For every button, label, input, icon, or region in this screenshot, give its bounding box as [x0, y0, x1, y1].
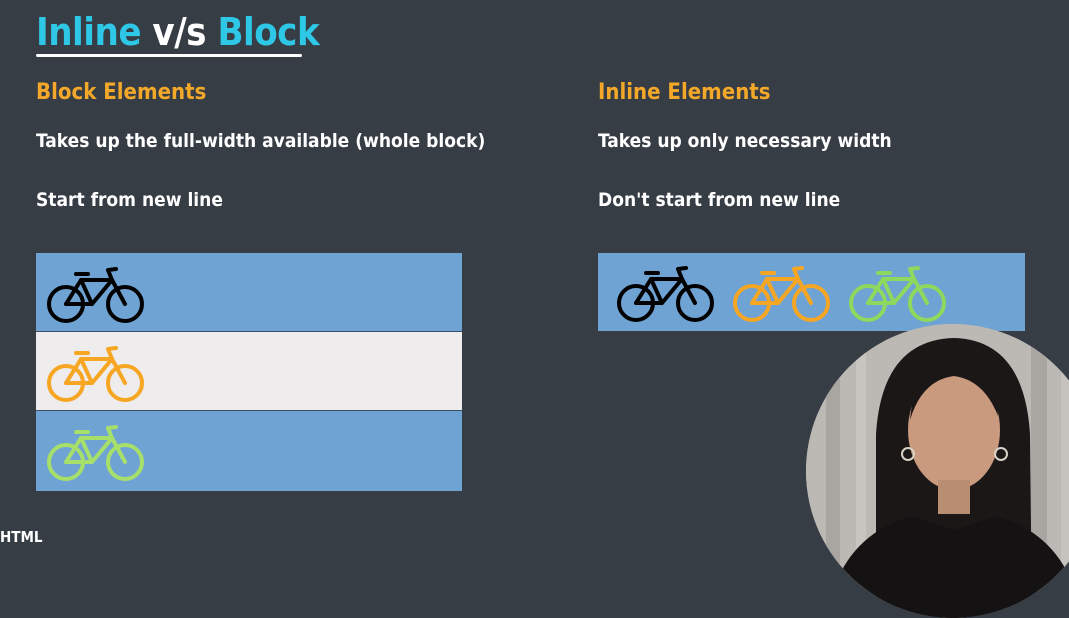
cut-off-footer-text: HTML: [0, 528, 43, 546]
bicycle-icon: [47, 346, 144, 402]
block-row-1: [36, 253, 462, 332]
inline-illustration: [598, 253, 1025, 331]
title-vs-word: v/s: [141, 10, 218, 54]
slide-title: Inline v/s Block: [36, 8, 320, 56]
block-row-3: [36, 411, 462, 491]
title-underline: [36, 54, 302, 57]
bicycle-icon: [849, 266, 946, 322]
presenter-image: [806, 324, 1069, 618]
block-elements-heading: Block Elements: [36, 80, 207, 105]
block-illustration: [36, 253, 462, 491]
presenter-video: [806, 324, 1069, 618]
inline-elements-heading: Inline Elements: [598, 80, 771, 105]
title-block-word: Block: [217, 10, 320, 54]
block-description-newline: Start from new line: [36, 189, 223, 211]
inline-description-newline: Don't start from new line: [598, 189, 841, 211]
inline-description-width: Takes up only necessary width: [598, 130, 892, 152]
bicycle-icon: [47, 425, 144, 481]
bicycle-icon: [733, 266, 830, 322]
block-row-2: [36, 332, 462, 411]
bicycle-icon: [47, 267, 144, 323]
title-inline-word: Inline: [36, 10, 142, 54]
block-description-width: Takes up the full-width available (whole…: [36, 130, 486, 152]
bicycle-icon: [617, 266, 714, 322]
